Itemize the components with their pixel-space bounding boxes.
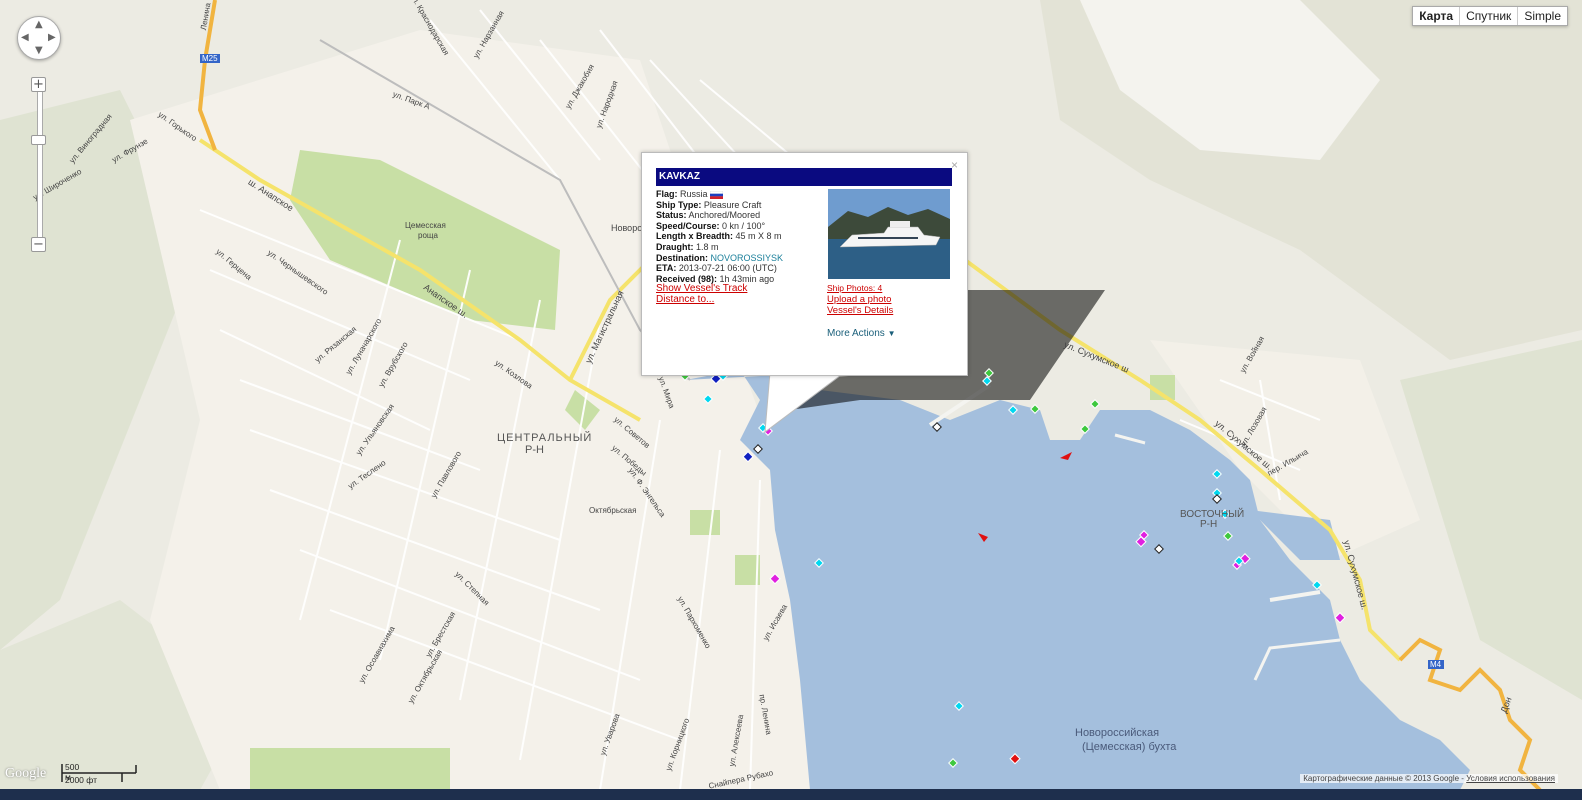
- chevron-down-icon: ▼: [887, 329, 896, 338]
- district-label: ЦЕНТРАЛЬНЫЙ: [497, 432, 593, 444]
- district-label: Р-Н: [525, 444, 544, 456]
- map-data-credit: Картографические данные © 2013 Google -: [1303, 774, 1464, 783]
- pan-down-icon[interactable]: ▼: [35, 45, 43, 56]
- speed-label: Speed/Course:: [656, 220, 720, 231]
- size-label: Length x Breadth:: [656, 231, 734, 242]
- vessel-info-popup: × KAVKAZ Flag: Russia Ship Type: Pleasur…: [641, 152, 968, 376]
- vessel-details-link[interactable]: Vessel's Details: [827, 305, 893, 316]
- eta-value: 2013-07-21 06:00 (UTC): [678, 263, 777, 274]
- pan-control[interactable]: ▲ ▼ ◀ ▶: [17, 16, 61, 60]
- more-actions-label: More Actions: [827, 328, 885, 339]
- vessel-info-list: Flag: Russia Ship Type: Pleasure Craft S…: [656, 189, 783, 306]
- map-type-map-button[interactable]: Карта: [1413, 7, 1461, 25]
- map-type-simple-button[interactable]: Simple: [1518, 7, 1567, 25]
- green-patch: [250, 748, 450, 790]
- grove-label: Цемесская: [405, 221, 446, 230]
- zoom-out-button[interactable]: −: [31, 237, 46, 252]
- grove-label: роща: [418, 231, 438, 240]
- zoom-slider-track[interactable]: [37, 86, 43, 243]
- draught-label: Draught:: [656, 241, 694, 252]
- draught-value: 1.8 m: [696, 241, 719, 252]
- distance-link[interactable]: Distance to...: [656, 294, 783, 306]
- ship-photos-link[interactable]: Ship Photos: 4: [827, 283, 893, 294]
- russia-flag-icon: [709, 190, 724, 199]
- popup-tail: [764, 372, 846, 434]
- flag-value: Russia: [680, 189, 708, 199]
- green-patch-2: [690, 510, 720, 535]
- m4-label: M4: [1430, 660, 1442, 669]
- pan-right-icon[interactable]: ▶: [48, 32, 56, 43]
- type-label: Ship Type:: [656, 199, 702, 210]
- map-type-selector: Карта Спутник Simple: [1412, 6, 1568, 26]
- destination-label: Destination:: [656, 252, 709, 263]
- type-value: Pleasure Craft: [703, 199, 762, 210]
- received-value: 1h 43min ago: [719, 273, 775, 284]
- zoom-in-button[interactable]: +: [31, 77, 46, 92]
- more-actions-button[interactable]: More Actions ▼: [827, 328, 896, 339]
- zoom-slider-handle[interactable]: [31, 135, 46, 145]
- google-logo[interactable]: Google: [5, 766, 46, 782]
- status-label: Status:: [656, 210, 687, 221]
- bay-label: Новороссийская: [1075, 727, 1160, 739]
- m25-label: M25: [202, 54, 218, 63]
- speed-value: 0 kn / 100°: [722, 220, 766, 231]
- pan-up-icon[interactable]: ▲: [35, 19, 43, 30]
- terms-of-use-link[interactable]: Условия использования: [1466, 774, 1555, 783]
- vessel-name-title: KAVKAZ: [656, 168, 952, 186]
- vessel-photo[interactable]: [828, 189, 950, 279]
- flag-label: Flag:: [656, 189, 678, 199]
- place-label: Октябрьская: [589, 506, 637, 515]
- size-value: 45 m X 8 m: [735, 231, 782, 242]
- eta-label: ETA:: [656, 263, 677, 274]
- bay-label: (Цемесская) бухта: [1082, 741, 1177, 753]
- map-type-satellite-button[interactable]: Спутник: [1460, 7, 1519, 25]
- vessel-photo-links: Ship Photos: 4 Upload a photo Vessel's D…: [827, 283, 893, 316]
- upload-photo-link[interactable]: Upload a photo: [827, 294, 893, 305]
- map-credits: Картографические данные © 2013 Google - …: [1300, 774, 1558, 783]
- pan-left-icon[interactable]: ◀: [21, 32, 29, 43]
- received-label: Received (98):: [656, 273, 718, 284]
- taskbar-strip: [0, 789, 1582, 800]
- status-value: Anchored/Moored: [688, 210, 761, 221]
- scale-imperial: 2000 фт: [65, 775, 97, 785]
- destination-value: NOVOROSSIYSK: [710, 252, 784, 263]
- close-icon[interactable]: ×: [951, 158, 958, 172]
- district-label: Р-Н: [1200, 519, 1218, 530]
